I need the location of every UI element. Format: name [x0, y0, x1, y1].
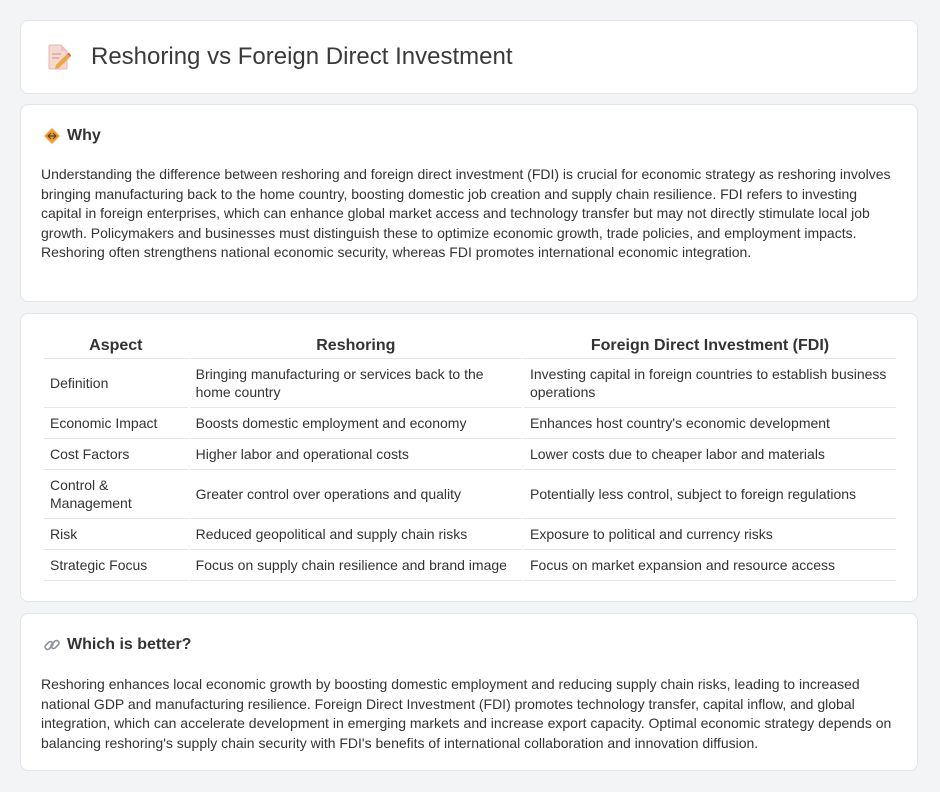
cell-fdi: Lower costs due to cheaper labor and mat… — [523, 439, 896, 470]
cell-reshoring: Bringing manufacturing or services back … — [189, 359, 522, 408]
table-row: Economic Impact Boosts domestic employme… — [44, 408, 896, 439]
cell-fdi: Potentially less control, subject to for… — [523, 470, 896, 519]
cell-fdi: Enhances host country's economic develop… — [523, 408, 896, 439]
cell-aspect: Risk — [44, 519, 188, 550]
cell-fdi: Investing capital in foreign countries t… — [523, 359, 896, 408]
table-row: Cost Factors Higher labor and operationa… — [44, 439, 896, 470]
cell-fdi: Focus on market expansion and resource a… — [523, 550, 896, 581]
page-title: Reshoring vs Foreign Direct Investment — [91, 43, 513, 70]
cell-reshoring: Boosts domestic employment and economy — [189, 408, 522, 439]
comparison-table-card: Aspect Reshoring Foreign Direct Investme… — [20, 313, 918, 602]
comparison-table: Aspect Reshoring Foreign Direct Investme… — [42, 336, 898, 581]
cell-aspect: Strategic Focus — [44, 550, 188, 581]
diamond-arrows-icon — [43, 127, 61, 145]
header-reshoring: Reshoring — [189, 336, 522, 359]
why-section: Why Understanding the difference between… — [20, 104, 918, 302]
table-row: Control & Management Greater control ove… — [44, 470, 896, 519]
cell-aspect: Cost Factors — [44, 439, 188, 470]
which-better-title: Which is better? — [67, 636, 192, 653]
cell-aspect: Control & Management — [44, 470, 188, 519]
table-row: Risk Reduced geopolitical and supply cha… — [44, 519, 896, 550]
table-header-row: Aspect Reshoring Foreign Direct Investme… — [44, 336, 896, 359]
header-aspect: Aspect — [44, 336, 188, 359]
why-text: Understanding the difference between res… — [41, 166, 891, 260]
cell-reshoring: Focus on supply chain resilience and bra… — [189, 550, 522, 581]
table-row: Definition Bringing manufacturing or ser… — [44, 359, 896, 408]
cell-reshoring: Reduced geopolitical and supply chain ri… — [189, 519, 522, 550]
which-better-text: Reshoring enhances local economic growth… — [41, 676, 892, 751]
header-card: Reshoring vs Foreign Direct Investment — [20, 20, 918, 94]
document-pencil-icon — [47, 43, 72, 71]
why-title: Why — [67, 127, 101, 144]
cell-reshoring: Greater control over operations and qual… — [189, 470, 522, 519]
table-row: Strategic Focus Focus on supply chain re… — [44, 550, 896, 581]
cell-aspect: Definition — [44, 359, 188, 408]
which-better-section: Which is better? Reshoring enhances loca… — [20, 613, 918, 771]
link-icon — [43, 636, 61, 654]
cell-aspect: Economic Impact — [44, 408, 188, 439]
cell-fdi: Exposure to political and currency risks — [523, 519, 896, 550]
header-fdi: Foreign Direct Investment (FDI) — [523, 336, 896, 359]
cell-reshoring: Higher labor and operational costs — [189, 439, 522, 470]
